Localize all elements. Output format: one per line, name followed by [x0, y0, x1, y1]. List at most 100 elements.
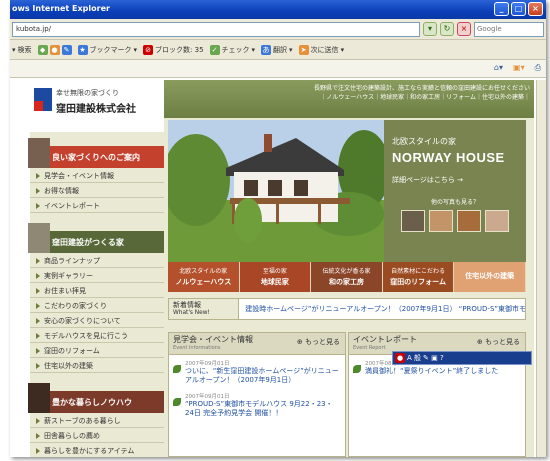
house-thumb — [28, 223, 50, 253]
norway-house-panel[interactable]: 北欧スタイルの家 NORWAY HOUSE 詳細ページはこちら → 他の写真も見… — [384, 120, 526, 262]
ime-mode[interactable]: A 般 — [407, 353, 421, 363]
block-icon: ⊘ — [143, 44, 154, 55]
category-reform[interactable]: 自然素材にこだわる 窪田のリフォーム — [382, 262, 455, 292]
category-norway[interactable]: 北欧スタイルの家 ノルウェーハウス — [168, 262, 240, 292]
google-toolbar: ▾ 検索 ◆ ● ✎ ★ ブックマーク ▾ ⊘ ブロック数: 35 ✓ チェック ▾ あ翻訳 ▾… — [10, 40, 546, 60]
news-header: 新着情報 What's New! — [169, 299, 240, 319]
events-more-link[interactable]: ⊕ もっと見る — [297, 338, 340, 346]
ime-tools-icon[interactable]: ✎ ▣ ? — [423, 354, 444, 362]
ime-icon[interactable]: ● — [395, 353, 405, 363]
category-name: 窪田のリフォーム — [390, 278, 446, 286]
norway-detail-link[interactable]: 詳細ページはこちら → — [392, 175, 518, 185]
window-title: ows Internet Explorer — [12, 4, 110, 13]
category-sub: 北欧スタイルの家 — [179, 268, 228, 275]
event-link[interactable]: “PROUD-S”東御市モデルハウス 9月22・23・24日 完全予約見学会 開… — [185, 400, 341, 418]
menu-item[interactable]: こだわりの家づくり — [30, 298, 164, 313]
thumb-image[interactable] — [457, 210, 481, 232]
category-name: 和の家工房 — [328, 278, 364, 286]
translate-icon: あ — [261, 44, 272, 55]
address-bar: kubota.jp/ ▾ ↻ × Google — [10, 19, 546, 40]
tagline: 幸せ無限の家づくり — [56, 89, 119, 97]
url-field[interactable]: kubota.jp/ — [12, 21, 420, 37]
category-japanese[interactable]: 伝統文化が香る家 和の家工房 — [311, 262, 383, 292]
top-nav: 長野県で注文住宅の建築設計、施工なら実績と信頼の窪田建設にお任せください ｜ノル… — [314, 84, 534, 102]
check-icon: ✓ — [209, 44, 220, 55]
translate-button[interactable]: あ翻訳 ▾ — [261, 44, 293, 55]
close-button[interactable]: × — [528, 2, 543, 16]
category-name: ノルウェーハウス — [175, 278, 232, 286]
menu-item[interactable]: 実例ギャラリー — [30, 268, 164, 283]
menu-item[interactable]: お住まい拝見 — [30, 283, 164, 298]
top-header: 長野県で注文住宅の建築設計、施工なら実績と信頼の窪田建設にお任せください ｜ノル… — [164, 80, 534, 118]
thumb-image[interactable] — [429, 210, 453, 232]
refresh-icon[interactable]: ↻ — [440, 22, 454, 36]
menu-item[interactable]: イベントレポート — [30, 198, 164, 213]
event-date: 2007年09月01日 — [185, 394, 230, 400]
news-text[interactable]: 建設時ホームページ”がリニューアルオープン！（2007年9月1日） “PROUD… — [239, 304, 525, 314]
minimize-button[interactable]: _ — [494, 2, 509, 16]
menu-item[interactable]: 商品ラインナップ — [30, 253, 164, 268]
news-label: 新着情報 — [173, 301, 201, 309]
check-button[interactable]: ✓ チェック ▾ — [209, 44, 255, 55]
menu-item[interactable]: モデルハウスを見に行こう — [30, 328, 164, 343]
menu-item[interactable]: 薪ストーブのある暮らし — [30, 413, 164, 428]
send-button[interactable]: ➤ 次に送信 ▾ — [298, 44, 344, 55]
home-icon[interactable]: ⌂▾ — [494, 63, 503, 73]
category-bar: 北欧スタイルの家 ノルウェーハウス 至福の家 地球民家 伝統文化が香る家 和の家工房 … — [168, 262, 526, 292]
event-item[interactable]: 2007年09月01日 “PROUD-S”東御市モデルハウス 9月22・23・2… — [169, 388, 345, 421]
norway-subtitle: 北欧スタイルの家 — [392, 137, 456, 146]
popup-block-button[interactable]: ⊘ ブロック数: 35 — [143, 44, 204, 55]
events-title: 見学会・イベント情報 — [173, 335, 253, 344]
toolbar-icon-2[interactable]: ● — [49, 44, 60, 55]
company-logo[interactable]: 幸せ無限の家づくり 窪田建設株式会社 — [30, 80, 164, 132]
menu-houses: 商品ラインナップ 実例ギャラリー お住まい拝見 こだわりの家づくり 安心の家づく… — [30, 253, 164, 373]
section-guide-title: 良い家づくりへのご案内 — [52, 152, 140, 162]
thumb-image[interactable] — [401, 210, 425, 232]
event-item[interactable]: 2007年09月01日 ついに、“新生窪田建設ホームページ”がリニューアルオープ… — [169, 355, 345, 388]
send-icon: ➤ — [298, 44, 309, 55]
logo-mark-icon — [34, 88, 52, 114]
reports-more-link[interactable]: ⊕ もっと見る — [477, 338, 520, 346]
menu-item[interactable]: 見学会・イベント情報 — [30, 168, 164, 183]
event-link[interactable]: ついに、“新生窪田建設ホームページ”がリニューアルオープン！（2007年9月1日… — [185, 367, 341, 385]
browser-window: ows Internet Explorer _ □ × kubota.jp/ ▾… — [10, 0, 546, 457]
category-earth[interactable]: 至福の家 地球民家 — [239, 262, 312, 292]
thumb-list — [392, 210, 518, 232]
maximize-button[interactable]: □ — [511, 2, 526, 16]
bookmark-button[interactable]: ★ ブックマーク ▾ — [77, 44, 137, 55]
menu-item[interactable]: 田舎暮らしの薦め — [30, 428, 164, 443]
news-ticker: 新着情報 What's New! 建設時ホームページ”がリニューアルオープン！（2… — [168, 298, 526, 320]
menu-item[interactable]: 安心の家づくりについて — [30, 313, 164, 328]
news-sublabel: What's New! — [173, 310, 210, 316]
family-photo — [28, 138, 50, 168]
vertical-scrollbar[interactable] — [536, 80, 546, 457]
search-input[interactable]: Google — [474, 21, 544, 37]
top-nav-text: 長野県で注文住宅の建築設計、施工なら実績と信頼の窪田建設にお任せください — [313, 85, 530, 92]
category-name: 住宅以外の建築 — [465, 272, 515, 280]
ime-language-bar[interactable]: ● A 般 ✎ ▣ ? — [392, 351, 532, 365]
go-icon[interactable]: ▾ — [423, 22, 437, 36]
left-sidebar: 幸せ無限の家づくり 窪田建設株式会社 良い家づくりへのご案内 見学会・イベント情… — [28, 80, 164, 457]
menu-item[interactable]: 窪田のリフォーム — [30, 343, 164, 358]
category-other[interactable]: 住宅以外の建築 — [454, 262, 526, 292]
menu-item[interactable]: 住宅以外の建築 — [30, 358, 164, 373]
top-nav-links[interactable]: ｜ノルウェーハウス｜地球民家｜和の家工房｜リフォーム｜住宅以外の建築｜ — [314, 93, 534, 102]
main-content: 長野県で注文住宅の建築設計、施工なら実績と信頼の窪田建設にお任せください ｜ノル… — [164, 80, 534, 457]
toolbar-search[interactable]: ▾ 検索 — [12, 45, 32, 55]
section-house-header: 窪田建設がつくる家 — [28, 223, 164, 253]
stop-icon[interactable]: × — [457, 22, 471, 36]
star-icon: ★ — [77, 44, 88, 55]
other-photos-label: 他の写真も見る？ — [430, 199, 479, 206]
toolbar-icon-1[interactable]: ◆ — [37, 44, 48, 55]
print-icon[interactable]: ⎙ — [535, 63, 541, 73]
section-living-title: 豊かな暮らしノウハウ — [52, 397, 132, 407]
ie-command-bar: ⌂▾ ▣▾ ⎙ — [10, 60, 546, 78]
thumb-image[interactable] — [485, 210, 509, 232]
menu-item[interactable]: お得な情報 — [30, 183, 164, 198]
report-link[interactable]: 満員御礼！“夏祭りイベント”終了しました — [365, 367, 521, 376]
menu-item[interactable]: 暮らしを豊かにするアイテム — [30, 443, 164, 457]
toolbar-icon-3[interactable]: ✎ — [61, 44, 72, 55]
section-house-title: 窪田建設がつくる家 — [52, 237, 124, 247]
menu-guide: 見学会・イベント情報 お得な情報 イベントレポート — [30, 168, 164, 213]
feeds-icon[interactable]: ▣▾ — [513, 63, 525, 73]
